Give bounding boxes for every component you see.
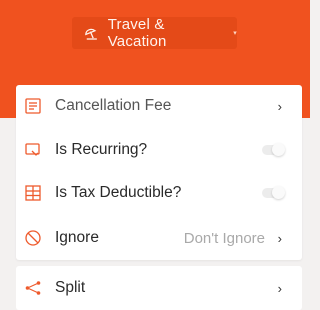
chevron-down-icon: ▾ <box>233 30 237 37</box>
split-card: Split › <box>16 266 302 310</box>
tax-deductible-toggle[interactable] <box>262 186 285 199</box>
tax-grid-icon <box>25 185 41 201</box>
row-is-tax-deductible[interactable]: Is Tax Deductible? <box>16 173 302 213</box>
receipt-icon <box>25 98 41 114</box>
category-label: Travel & Vacation <box>107 16 167 50</box>
split-icon <box>25 281 41 295</box>
row-is-recurring[interactable]: Is Recurring? <box>16 130 302 170</box>
row-cancellation-fee[interactable]: Cancellation Fee › <box>16 86 302 126</box>
row-label: Split <box>55 279 86 296</box>
recurring-icon <box>25 143 40 156</box>
chevron-right-icon: › <box>277 280 282 296</box>
row-split[interactable]: Split › <box>16 268 302 308</box>
category-selector[interactable]: Travel & Vacation ▾ <box>72 16 237 50</box>
chevron-right-icon: › <box>277 230 282 246</box>
row-label: Cancellation Fee <box>55 97 172 114</box>
ignore-value: Don't Ignore <box>183 229 265 247</box>
chevron-right-icon: › <box>277 98 282 114</box>
row-ignore[interactable]: Ignore Don't Ignore › <box>16 218 302 258</box>
details-card: Cancellation Fee › Is Recurring? Is Tax … <box>16 85 302 260</box>
row-label: Is Recurring? <box>55 141 148 158</box>
row-label: Ignore <box>55 229 99 246</box>
ignore-icon <box>25 230 41 246</box>
row-label: Is Tax Deductible? <box>55 184 182 201</box>
beach-umbrella-icon <box>85 28 97 40</box>
recurring-toggle[interactable] <box>262 143 285 156</box>
